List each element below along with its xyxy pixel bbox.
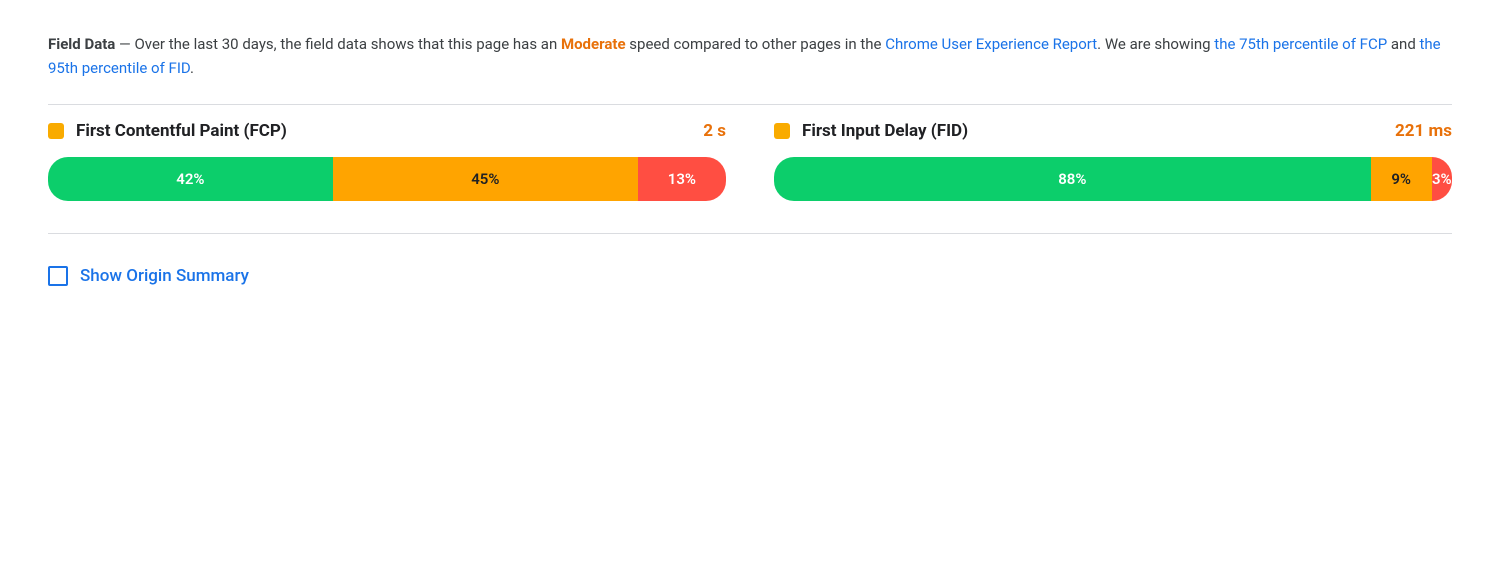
fid-value: 221 ms: [1395, 121, 1452, 141]
fcp-bar-red: 13%: [638, 157, 726, 201]
description-and: and: [1387, 35, 1419, 53]
field-data-description: Field Data — Over the last 30 days, the …: [48, 32, 1452, 80]
fcp-percentile-link[interactable]: the 75th percentile of FCP: [1214, 35, 1387, 53]
bottom-divider: [48, 233, 1452, 234]
fcp-title: First Contentful Paint (FCP): [76, 121, 691, 141]
fcp-value: 2 s: [703, 121, 726, 141]
fid-bar-orange: 9%: [1371, 157, 1432, 201]
fid-icon: [774, 123, 790, 139]
metrics-row: First Contentful Paint (FCP) 2 s 42% 45%…: [48, 121, 1452, 217]
description-middle: speed compared to other pages in the: [626, 35, 886, 53]
fcp-bar-orange: 45%: [333, 157, 638, 201]
top-divider: [48, 104, 1452, 105]
description-prefix: — Over the last 30 days, the field data …: [115, 35, 561, 53]
fcp-icon: [48, 123, 64, 139]
fcp-header: First Contentful Paint (FCP) 2 s: [48, 121, 726, 141]
fid-bar-green: 88%: [774, 157, 1371, 201]
main-container: Field Data — Over the last 30 days, the …: [0, 0, 1500, 565]
fid-header: First Input Delay (FID) 221 ms: [774, 121, 1452, 141]
field-data-title: Field Data: [48, 35, 115, 53]
fid-progress-bar: 88% 9% 3%: [774, 157, 1452, 201]
fcp-progress-bar: 42% 45% 13%: [48, 157, 726, 201]
description-after-link: . We are showing: [1097, 35, 1214, 53]
moderate-badge: Moderate: [561, 35, 626, 53]
show-origin-container[interactable]: Show Origin Summary: [48, 266, 1452, 286]
description-end: .: [190, 59, 194, 77]
show-origin-label: Show Origin Summary: [80, 266, 249, 286]
field-data-header: Field Data — Over the last 30 days, the …: [48, 32, 1452, 80]
fcp-metric-block: First Contentful Paint (FCP) 2 s 42% 45%…: [48, 121, 726, 217]
chrome-uxr-link[interactable]: Chrome User Experience Report: [885, 35, 1097, 53]
fcp-bar-green: 42%: [48, 157, 333, 201]
fid-metric-block: First Input Delay (FID) 221 ms 88% 9% 3%: [774, 121, 1452, 217]
fid-title: First Input Delay (FID): [802, 121, 1383, 141]
show-origin-checkbox[interactable]: [48, 266, 68, 286]
fid-bar-red: 3%: [1432, 157, 1452, 201]
